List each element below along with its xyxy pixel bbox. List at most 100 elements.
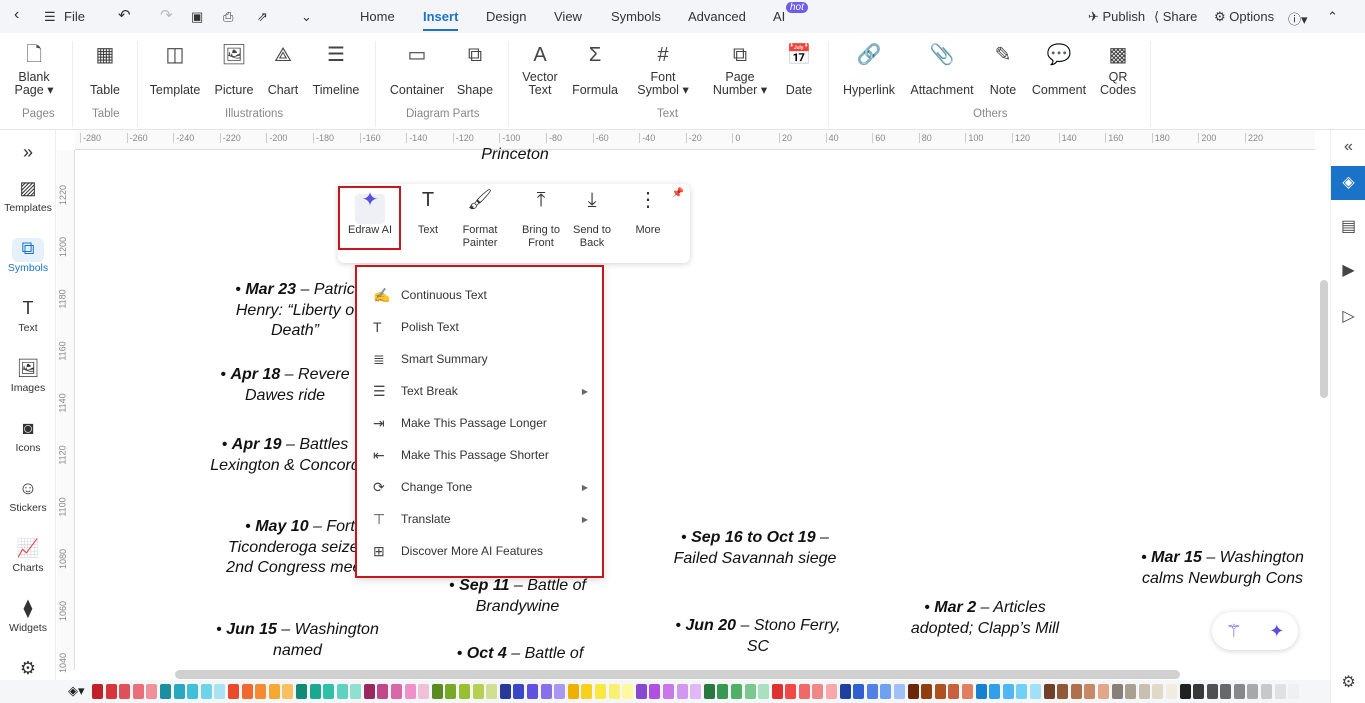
options-button[interactable]: ⚙ Options — [1214, 9, 1274, 25]
color-swatch[interactable] — [214, 684, 226, 699]
color-swatch[interactable] — [1206, 684, 1218, 699]
color-swatch[interactable] — [635, 684, 647, 699]
color-swatch[interactable] — [676, 684, 688, 699]
color-swatch[interactable] — [227, 684, 239, 699]
timeline-entry[interactable]: • Oct 4 – Battle of — [430, 644, 610, 665]
tab-design[interactable]: Design — [486, 9, 526, 24]
settings-icon[interactable]: ⚙ — [0, 658, 56, 679]
color-swatch[interactable] — [92, 684, 103, 699]
sidebar-item-images[interactable]: 🖼 Images — [0, 358, 56, 394]
color-swatch[interactable] — [527, 684, 538, 699]
color-swatch[interactable] — [1043, 684, 1055, 699]
text-button[interactable]: T Text — [408, 190, 448, 237]
menu-icon[interactable]: ☰ — [44, 9, 56, 25]
color-swatch[interactable] — [255, 684, 267, 699]
color-swatch[interactable] — [377, 684, 389, 699]
timeline-entry[interactable]: • Mar 15 – Washington calms Newburgh Con… — [1130, 548, 1315, 589]
color-swatch[interactable] — [1220, 684, 1232, 699]
send-to-back-button[interactable]: ⤓ Send to Back — [568, 190, 616, 250]
color-swatch[interactable] — [105, 684, 117, 699]
page-properties-icon[interactable]: ▤ — [1331, 216, 1365, 236]
color-swatch[interactable] — [336, 684, 348, 699]
redo-icon[interactable]: ↷ — [160, 6, 173, 24]
tab-ai[interactable]: AI — [773, 9, 785, 24]
picture-button[interactable]: 🖼 Picture — [211, 43, 257, 97]
color-swatch[interactable] — [323, 684, 335, 699]
collapse-ribbon-icon[interactable]: ⌃ — [1327, 9, 1338, 25]
color-swatch[interactable] — [173, 684, 185, 699]
menu-item-make-this-passage-shorter[interactable]: ⇤ Make This Passage Shorter — [357, 439, 602, 471]
undo-icon[interactable]: ↶ — [118, 6, 131, 24]
template-button[interactable]: ◫ Template — [148, 43, 202, 97]
color-swatch[interactable] — [703, 684, 715, 699]
blank-page-button[interactable]: 🗋 Blank Page ▾ — [12, 43, 56, 97]
qr-codes-button[interactable]: ▩ QR Codes — [1100, 43, 1136, 97]
shape-button[interactable]: ⧉ Shape — [455, 43, 495, 97]
color-swatch[interactable] — [309, 684, 321, 699]
sidebar-item-text[interactable]: T Text — [0, 298, 56, 334]
print-icon[interactable]: ⎙ — [223, 9, 233, 25]
magic-wand-icon[interactable]: ⚚ — [1226, 621, 1242, 642]
fill-style-icon[interactable]: ◈ — [1331, 166, 1365, 200]
color-swatch[interactable] — [962, 684, 973, 699]
chart-button[interactable]: ⟁ Chart — [265, 43, 301, 97]
timeline-entry[interactable]: • Apr 18 – Revere Dawes ride — [200, 365, 370, 406]
color-swatch[interactable] — [785, 684, 797, 699]
table-button[interactable]: ▦ Table — [85, 43, 125, 97]
menu-item-continuous-text[interactable]: ✍ Continuous Text — [357, 279, 602, 311]
fill-bucket-icon[interactable]: ◈▾ — [68, 683, 85, 699]
color-swatch[interactable] — [798, 684, 810, 699]
color-swatch[interactable] — [1070, 684, 1082, 699]
color-swatch[interactable] — [1138, 684, 1150, 699]
horizontal-scrollbar[interactable] — [175, 670, 1180, 679]
back-icon[interactable]: ‹ — [14, 6, 19, 24]
color-swatch[interactable] — [567, 684, 579, 699]
vector-text-button[interactable]: A Vector Text — [518, 43, 562, 97]
color-swatch[interactable] — [1152, 684, 1164, 699]
menu-item-polish-text[interactable]: T Polish Text — [357, 311, 602, 343]
color-swatch[interactable] — [921, 684, 933, 699]
sidebar-item-stickers[interactable]: ☺ Stickers — [0, 478, 56, 514]
color-swatch[interactable] — [363, 684, 375, 699]
color-swatch[interactable] — [119, 684, 131, 699]
color-swatch[interactable] — [431, 684, 443, 699]
color-swatch[interactable] — [499, 684, 511, 699]
color-swatch[interactable] — [295, 684, 307, 699]
color-swatch[interactable] — [159, 684, 171, 699]
color-swatch[interactable] — [459, 684, 471, 699]
color-swatch[interactable] — [608, 684, 620, 699]
color-swatch[interactable] — [894, 684, 906, 699]
color-swatch[interactable] — [690, 684, 702, 699]
export-icon[interactable]: ⇗ — [257, 9, 268, 25]
timeline-entry[interactable]: • Jun 20 – Stono Ferry, SC — [668, 616, 848, 657]
presentation-icon[interactable]: ▶ — [1331, 260, 1365, 280]
timeline-entry[interactable]: Princeton — [440, 145, 590, 166]
color-swatch[interactable] — [1097, 684, 1109, 699]
date-button[interactable]: 📅 Date — [784, 43, 814, 97]
timeline-entry[interactable]: • Apr 19 – Battles Lexington & Concord — [200, 435, 370, 476]
color-swatch[interactable] — [622, 684, 634, 699]
tab-insert[interactable]: Insert — [423, 9, 459, 31]
color-swatch[interactable] — [853, 684, 865, 699]
color-swatch[interactable] — [1288, 684, 1300, 699]
color-swatch[interactable] — [350, 684, 362, 699]
slideshow-icon[interactable]: ▷ — [1331, 306, 1365, 326]
color-swatch[interactable] — [744, 684, 756, 699]
sidebar-item-icons[interactable]: ◙ Icons — [0, 418, 56, 454]
color-swatch[interactable] — [1247, 684, 1259, 699]
sparkle-icon[interactable]: ✦ — [1269, 621, 1284, 642]
color-swatch[interactable] — [1084, 684, 1096, 699]
color-swatch[interactable] — [975, 684, 987, 699]
color-swatch[interactable] — [445, 684, 457, 699]
color-swatch[interactable] — [880, 684, 892, 699]
collapse-panel-icon[interactable]: « — [1331, 138, 1365, 156]
color-swatch[interactable] — [268, 684, 280, 699]
color-swatch[interactable] — [1261, 684, 1273, 699]
color-swatch[interactable] — [1016, 684, 1028, 699]
color-swatch[interactable] — [1125, 684, 1137, 699]
timeline-entry[interactable]: • Mar 23 – Patric Henry: “Liberty o Deat… — [215, 280, 375, 342]
color-swatch[interactable] — [826, 684, 838, 699]
color-swatch[interactable] — [730, 684, 742, 699]
sidebar-item-charts[interactable]: 📈 Charts — [0, 538, 56, 574]
sidebar-item-symbols[interactable]: ⧉ Symbols — [0, 238, 56, 274]
